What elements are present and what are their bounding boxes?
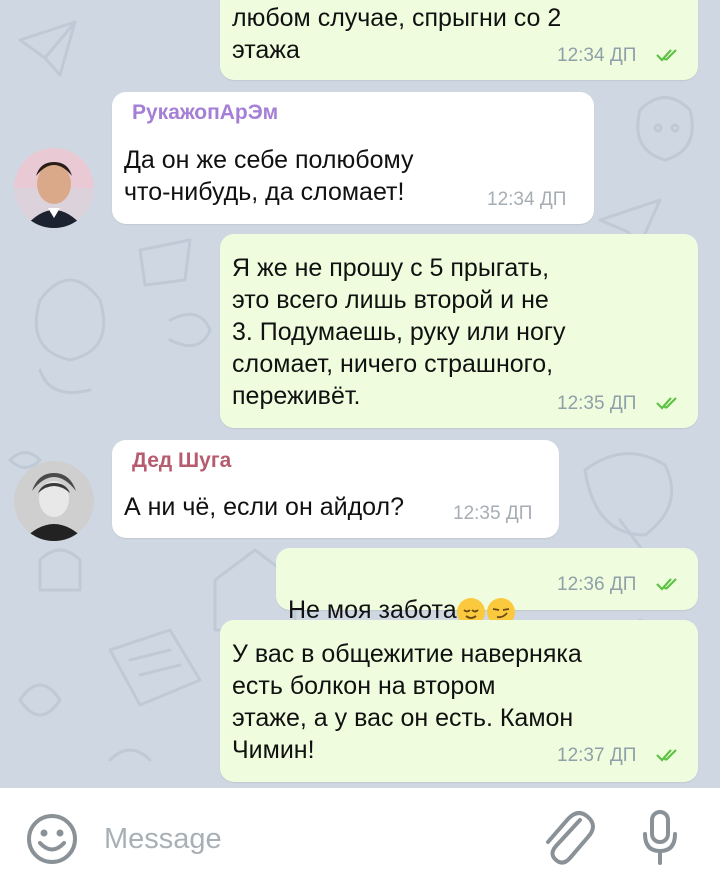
double-check-icon — [656, 49, 677, 62]
message-bubble-outgoing[interactable]: любом случае, спрыгни со 2 этажа 12:34 Д… — [220, 0, 698, 80]
sender-name[interactable]: РукажопАрЭм — [132, 101, 278, 125]
chat-area[interactable]: любом случае, спрыгни со 2 этажа 12:34 Д… — [0, 0, 720, 788]
message-time: 12:36 ДП — [557, 574, 637, 595]
message-input-placeholder: Message — [104, 823, 222, 855]
message-time: 12:35 ДП — [557, 393, 637, 414]
message-bubble-incoming[interactable]: Дед Шуга А ни чё, если он айдол? 12:35 Д… — [112, 440, 559, 538]
double-check-icon — [656, 749, 677, 762]
message-bubble-outgoing[interactable]: Не моя забота 12:36 ДП — [276, 548, 698, 626]
paperclip-icon[interactable] — [538, 806, 596, 868]
message-time: 12:35 ДП — [453, 503, 533, 524]
microphone-icon[interactable] — [640, 808, 680, 868]
avatar-image — [14, 148, 94, 228]
double-check-icon — [656, 578, 677, 591]
message-text: Я же не прошу с 5 прыгать, это всего лиш… — [232, 254, 566, 410]
message-time: 12:34 ДП — [487, 189, 567, 210]
smile-icon[interactable] — [25, 812, 79, 866]
avatar-rukazhoparem[interactable] — [14, 148, 94, 228]
message-time: 12:37 ДП — [557, 745, 637, 766]
message-bubble-outgoing[interactable]: У вас в общежитие наверняка есть болкон … — [220, 620, 698, 782]
message-input[interactable]: Message — [104, 814, 524, 862]
message-text: Не моя забота — [288, 562, 517, 626]
message-text: У вас в общежитие наверняка есть болкон … — [232, 640, 582, 764]
message-bubble-incoming[interactable]: РукажопАрЭм Да он же себе полюбому что-н… — [112, 92, 594, 224]
message-text: А ни чё, если он айдол? — [124, 493, 405, 521]
message-bubble-outgoing[interactable]: Я же не прошу с 5 прыгать, это всего лиш… — [220, 234, 698, 428]
message-text: Да он же себе полюбому что-нибудь, да сл… — [124, 146, 414, 206]
avatar-image — [14, 461, 94, 541]
message-text: любом случае, спрыгни со 2 этажа — [232, 4, 562, 64]
avatar-ded-shuga[interactable] — [14, 461, 94, 541]
message-input-bar: Message — [0, 788, 720, 886]
double-check-icon — [656, 397, 677, 410]
message-time: 12:34 ДП — [557, 45, 637, 66]
sender-name[interactable]: Дед Шуга — [132, 449, 231, 473]
